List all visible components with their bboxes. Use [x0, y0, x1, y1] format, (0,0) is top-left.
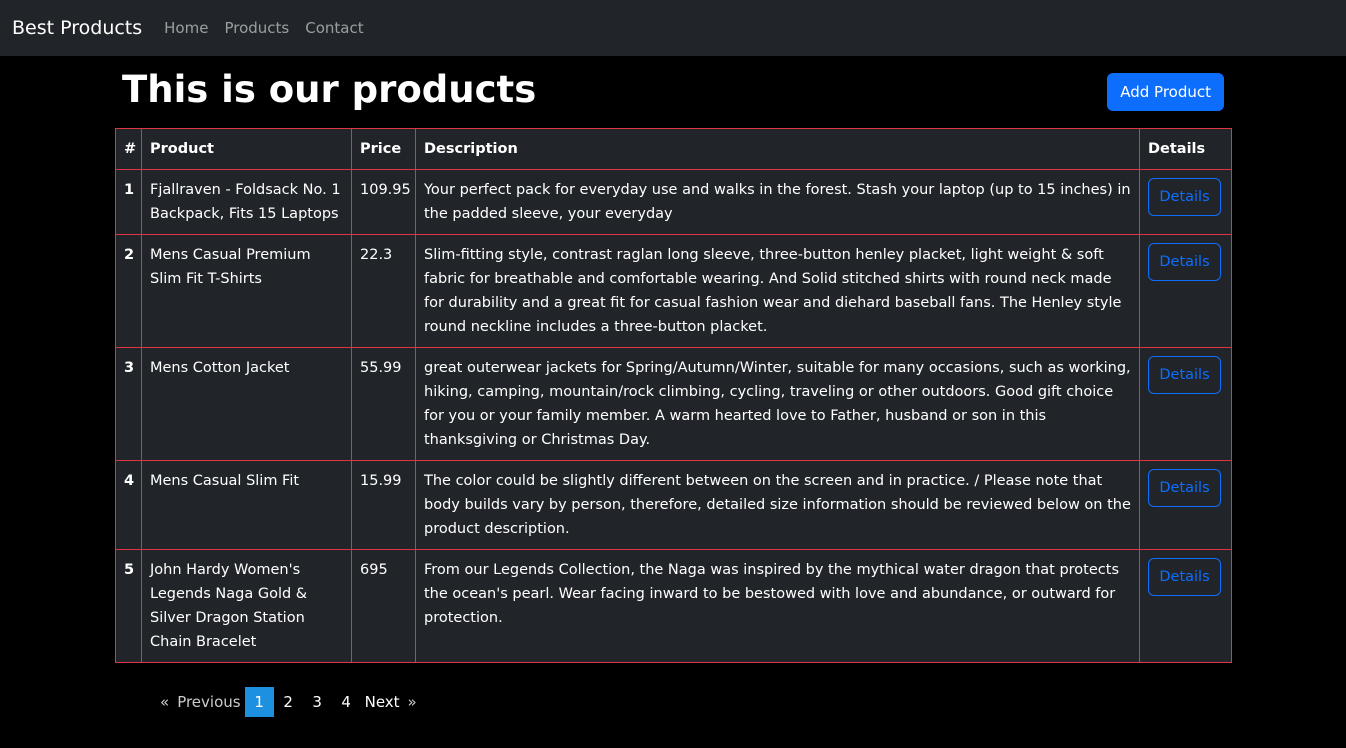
previous-arrow-icon[interactable]: « — [156, 693, 173, 711]
row-number: 4 — [115, 460, 142, 550]
product-name: Mens Cotton Jacket — [141, 347, 352, 461]
product-description: Slim-fitting style, contrast raglan long… — [415, 234, 1140, 348]
details-button[interactable]: Details — [1148, 469, 1221, 507]
details-cell: Details — [1139, 460, 1232, 550]
table-row: 3 Mens Cotton Jacket 55.99 great outerwe… — [115, 347, 1232, 461]
product-name: Fjallraven - Foldsack No. 1 Backpack, Fi… — [141, 169, 352, 235]
details-cell: Details — [1139, 169, 1232, 235]
details-button[interactable]: Details — [1148, 356, 1221, 394]
table-row: 5 John Hardy Women's Legends Naga Gold &… — [115, 549, 1232, 663]
product-price: 15.99 — [351, 460, 416, 550]
details-cell: Details — [1139, 549, 1232, 663]
page-link-1[interactable]: 1 — [244, 687, 274, 717]
product-price: 109.95 — [351, 169, 416, 235]
product-name: Mens Casual Premium Slim Fit T-Shirts — [141, 234, 352, 348]
page-link-4[interactable]: 4 — [332, 687, 361, 717]
product-description: The color could be slightly different be… — [415, 460, 1140, 550]
page-title: This is our products — [122, 68, 537, 111]
product-description: Your perfect pack for everyday use and w… — [415, 169, 1140, 235]
add-product-button[interactable]: Add Product — [1107, 73, 1224, 111]
details-cell: Details — [1139, 234, 1232, 348]
nav-link-home[interactable]: Home — [164, 19, 208, 37]
details-cell: Details — [1139, 347, 1232, 461]
row-number: 5 — [115, 549, 142, 663]
table-header-row: # Product Price Description Details — [115, 128, 1232, 170]
product-price: 22.3 — [351, 234, 416, 348]
next-page-link[interactable]: Next — [361, 693, 404, 711]
nav-link-contact[interactable]: Contact — [305, 19, 363, 37]
column-header-product: Product — [141, 128, 352, 170]
page-header: This is our products Add Product — [115, 56, 1231, 128]
table-row: 2 Mens Casual Premium Slim Fit T-Shirts … — [115, 234, 1232, 348]
details-button[interactable]: Details — [1148, 558, 1221, 596]
main-container: This is our products Add Product # Produ… — [115, 56, 1232, 717]
product-name: John Hardy Women's Legends Naga Gold & S… — [141, 549, 352, 663]
pagination: « Previous 1 2 3 4 Next » — [156, 687, 1231, 717]
product-description: great outerwear jackets for Spring/Autum… — [415, 347, 1140, 461]
row-number: 3 — [115, 347, 142, 461]
table-row: 1 Fjallraven - Foldsack No. 1 Backpack, … — [115, 169, 1232, 235]
product-description: From our Legends Collection, the Naga wa… — [415, 549, 1140, 663]
page-link-2[interactable]: 2 — [274, 687, 303, 717]
column-header-details: Details — [1139, 128, 1232, 170]
product-price: 55.99 — [351, 347, 416, 461]
column-header-number: # — [115, 128, 142, 170]
row-number: 1 — [115, 169, 142, 235]
product-price: 695 — [351, 549, 416, 663]
product-name: Mens Casual Slim Fit — [141, 460, 352, 550]
previous-page-link[interactable]: Previous — [173, 693, 244, 711]
page-link-3[interactable]: 3 — [303, 687, 332, 717]
details-button[interactable]: Details — [1148, 243, 1221, 281]
column-header-description: Description — [415, 128, 1140, 170]
top-navbar: Best Products Home Products Contact — [0, 0, 1346, 56]
products-table: # Product Price Description Details 1 Fj… — [115, 128, 1232, 663]
details-button[interactable]: Details — [1148, 178, 1221, 216]
brand-link[interactable]: Best Products — [12, 17, 142, 39]
column-header-price: Price — [351, 128, 416, 170]
table-row: 4 Mens Casual Slim Fit 15.99 The color c… — [115, 460, 1232, 550]
nav-link-products[interactable]: Products — [224, 19, 289, 37]
row-number: 2 — [115, 234, 142, 348]
next-arrow-icon[interactable]: » — [404, 693, 421, 711]
